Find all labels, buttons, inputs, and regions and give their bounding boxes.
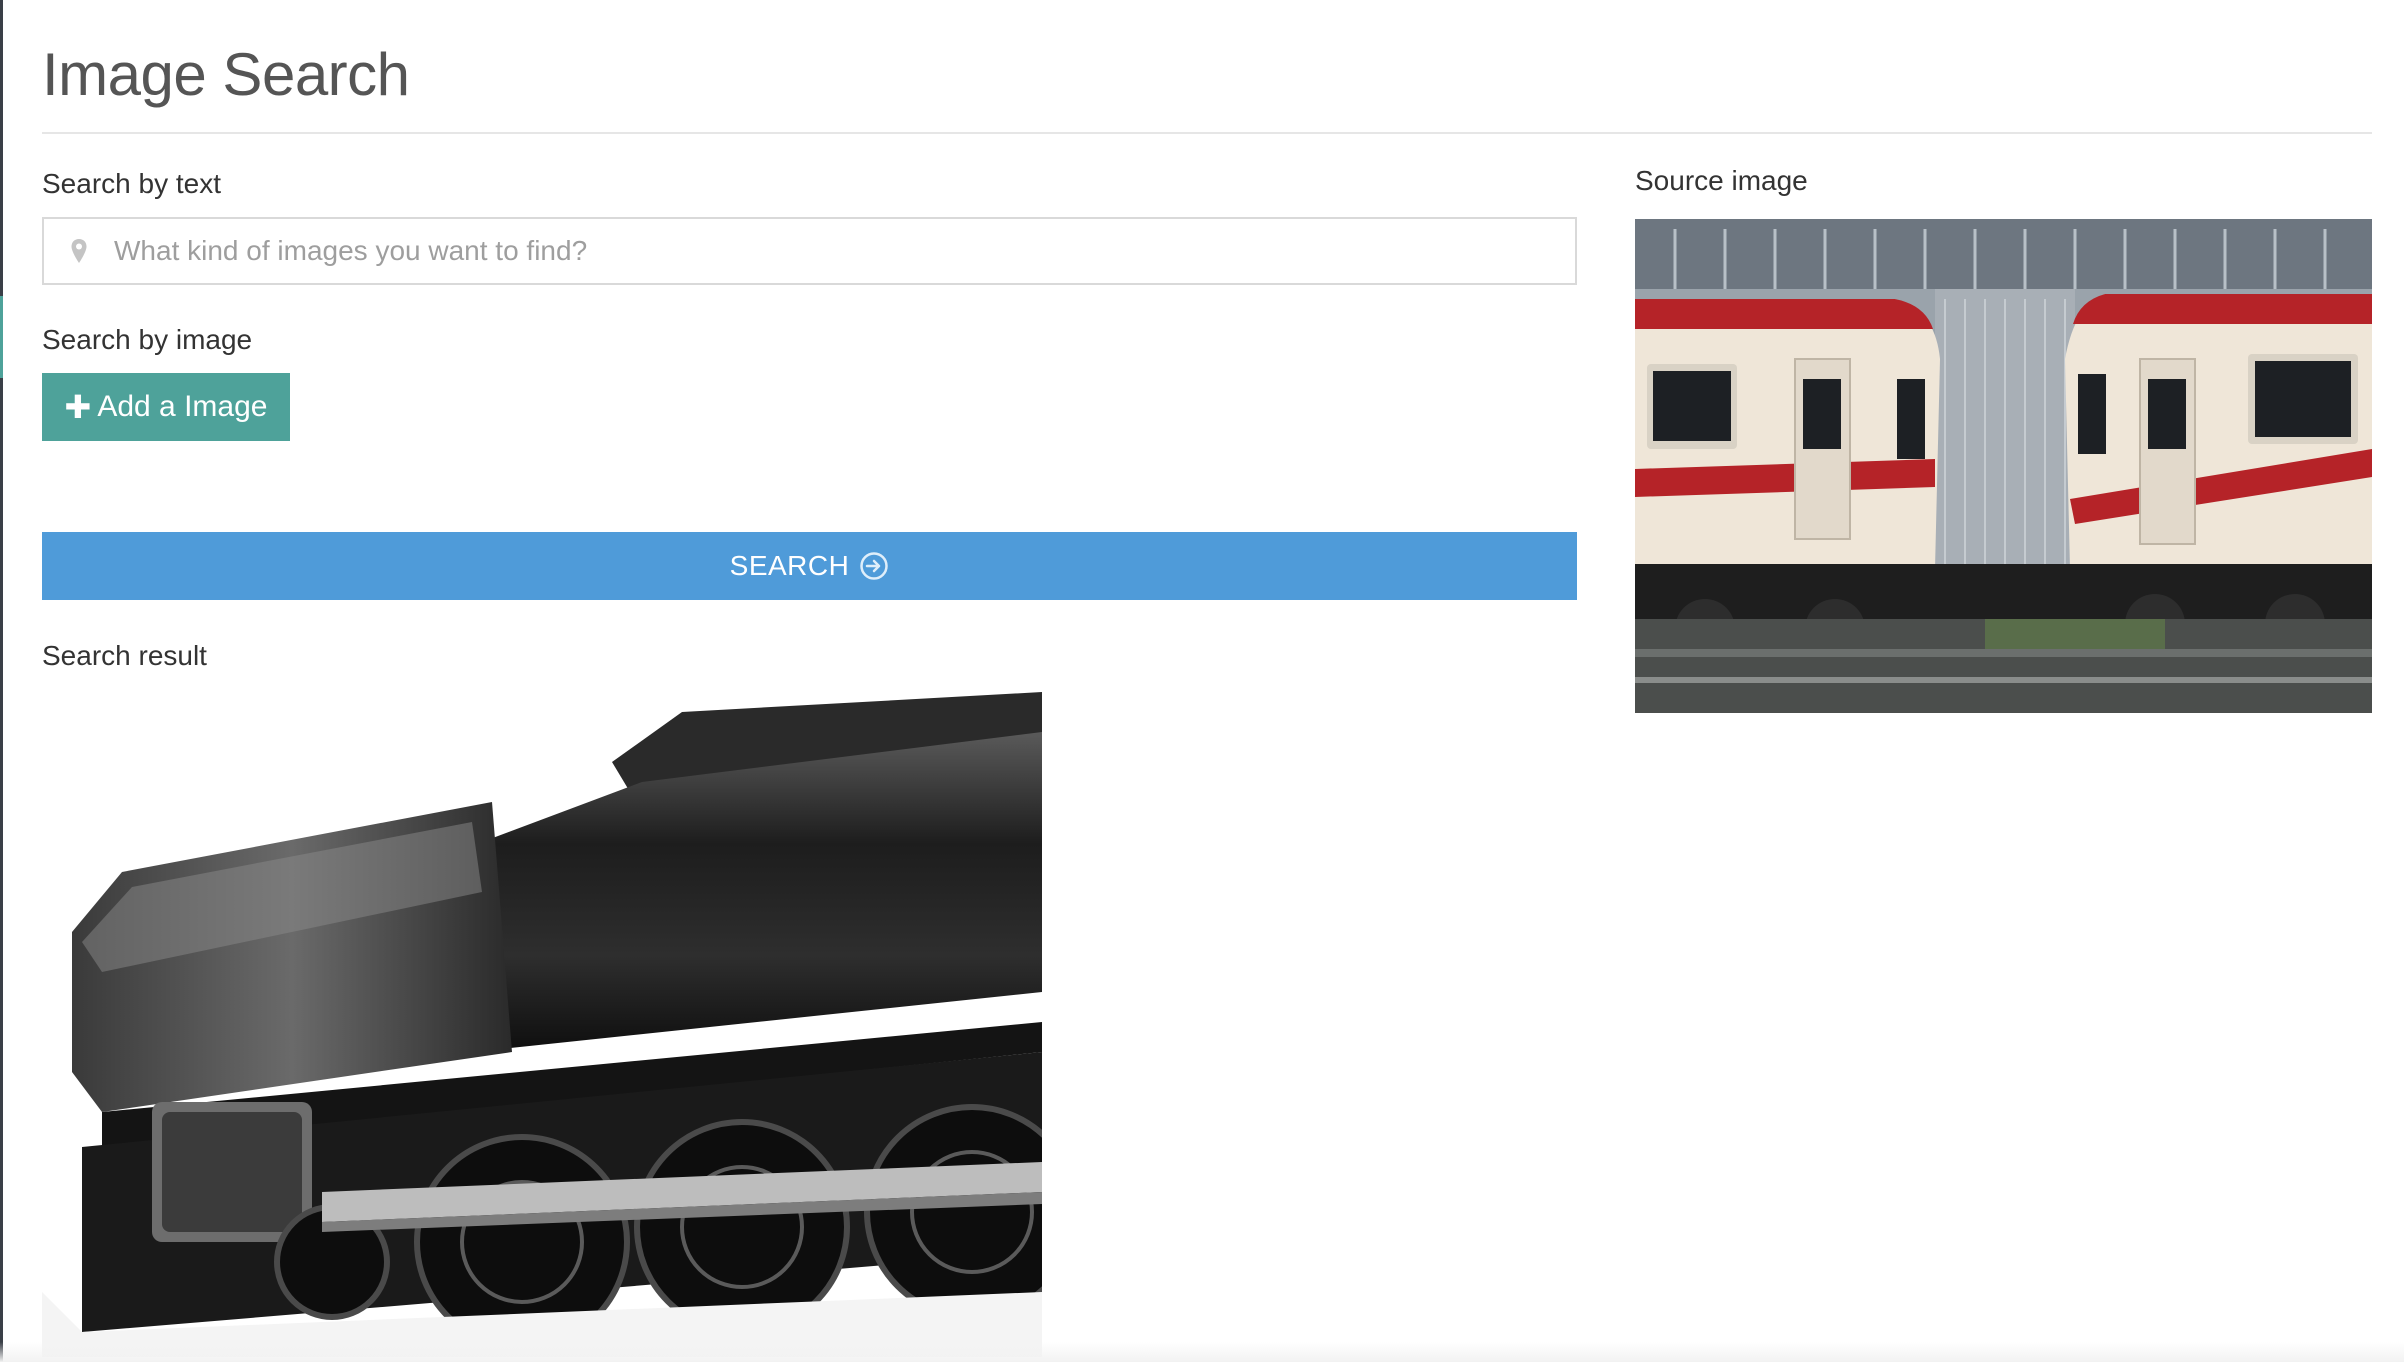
image-search-label: Search by image [42,324,253,355]
text-search-field[interactable] [42,217,1577,285]
circle-arrow-right-icon [860,552,889,580]
map-pin-icon [70,238,88,264]
add-image-button-label: Add a Image [97,390,268,423]
search-button-label: SEARCH [729,550,850,581]
active-nav-indicator [0,296,3,378]
source-image[interactable] [1635,219,2372,713]
search-result-label: Search result [42,640,207,671]
train-cars-photo [1635,219,2372,713]
add-image-button[interactable]: ✚ Add a Image [42,373,290,441]
left-sidebar-edge [0,0,3,1362]
text-search-label: Search by text [42,168,221,199]
text-search-input[interactable] [114,219,1575,283]
source-image-label: Source image [1635,165,1808,196]
search-result-image[interactable] [42,692,1042,1357]
title-divider [42,132,2372,134]
page-bottom-edge [0,1342,2404,1362]
steam-locomotive-illustration [42,692,1042,1357]
search-button[interactable]: SEARCH [42,532,1577,600]
page-title: Image Search [42,41,410,108]
plus-icon: ✚ [64,389,92,425]
